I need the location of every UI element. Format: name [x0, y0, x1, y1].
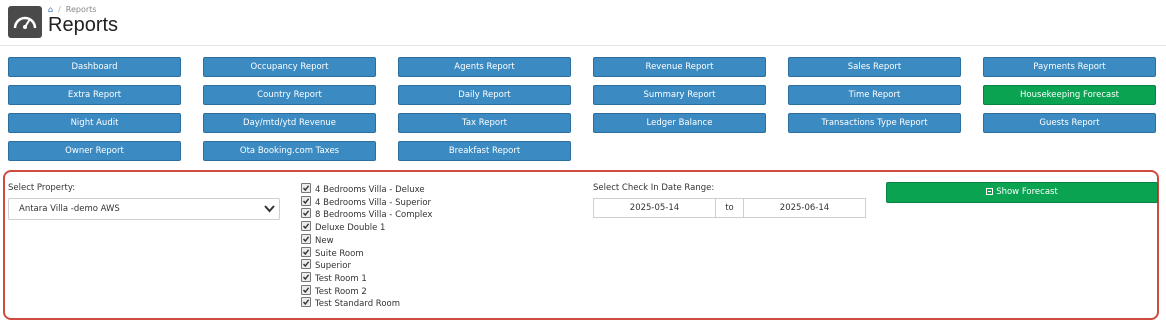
room-checkbox-row[interactable]: Superior: [301, 259, 351, 271]
date-range-label: Select Check In Date Range:: [593, 183, 715, 193]
table-icon: [986, 188, 994, 195]
property-label: Select Property:: [8, 183, 76, 193]
report-button-agents-report[interactable]: Agents Report: [398, 57, 571, 77]
report-button-guests-report[interactable]: Guests Report: [983, 113, 1156, 133]
room-label: Test Standard Room: [315, 299, 401, 310]
checkbox-checked-icon[interactable]: [301, 246, 311, 257]
room-checkbox-row[interactable]: Suite Room: [301, 246, 364, 259]
room-checkbox-row[interactable]: Test Standard Room: [301, 297, 400, 309]
breadcrumb-current: Reports: [65, 5, 97, 14]
room-checkbox-row[interactable]: 4 Bedrooms Villa - Superior: [301, 195, 432, 208]
room-label: Deluxe Double 1: [315, 223, 386, 234]
report-button-extra-report[interactable]: Extra Report: [8, 85, 181, 105]
room-label: Suite Room: [315, 248, 364, 259]
room-checkbox-row[interactable]: 8 Bedrooms Villa - Complex: [301, 208, 432, 220]
report-button-occupancy-report[interactable]: Occupancy Report: [203, 57, 376, 77]
room-label: 4 Bedrooms Villa - Deluxe: [315, 185, 425, 195]
report-button-night-audit[interactable]: Night Audit: [8, 113, 181, 133]
report-button-owner-report[interactable]: Owner Report: [8, 141, 181, 161]
room-checkbox-row[interactable]: Test Room 2: [301, 284, 367, 297]
dashboard-gauge-icon: [8, 6, 42, 38]
report-button-transactions-type-report[interactable]: Transactions Type Report: [788, 113, 961, 133]
checkbox-checked-icon[interactable]: [301, 271, 311, 282]
property-select-value: Antara Villa -demo AWS: [19, 204, 120, 214]
checkbox-checked-icon[interactable]: [301, 183, 311, 193]
report-button-revenue-report[interactable]: Revenue Report: [593, 57, 766, 77]
date-from-input[interactable]: 2025-05-14: [593, 198, 716, 218]
room-label: Test Room 2: [315, 286, 367, 297]
report-button-ledger-balance[interactable]: Ledger Balance: [593, 113, 766, 133]
checkbox-checked-icon[interactable]: [301, 284, 311, 295]
property-select[interactable]: Antara Villa -demo AWS: [8, 198, 280, 220]
room-label: Superior: [315, 261, 351, 272]
report-button-daily-report[interactable]: Daily Report: [398, 85, 571, 105]
room-label: 8 Bedrooms Villa - Complex: [315, 210, 433, 221]
checkbox-checked-icon[interactable]: [301, 195, 311, 206]
report-button-ota-booking-com-taxes[interactable]: Ota Booking.com Taxes: [203, 141, 376, 161]
report-button-dashboard[interactable]: Dashboard: [8, 57, 181, 77]
report-button-summary-report[interactable]: Summary Report: [593, 85, 766, 105]
report-button-day-mtd-ytd-revenue[interactable]: Day/mtd/ytd Revenue: [203, 113, 376, 133]
page-title: Reports: [48, 14, 119, 36]
report-button-sales-report[interactable]: Sales Report: [788, 57, 961, 77]
room-checkbox-row[interactable]: 4 Bedrooms Villa - Deluxe: [301, 183, 425, 195]
room-label: New: [315, 235, 334, 246]
divider: [0, 45, 1166, 46]
report-button-time-report[interactable]: Time Report: [788, 85, 961, 105]
room-checkbox-row[interactable]: New: [301, 233, 334, 246]
report-button-breakfast-report[interactable]: Breakfast Report: [398, 141, 571, 161]
home-icon[interactable]: ⌂: [48, 5, 53, 14]
checkbox-checked-icon[interactable]: [301, 208, 311, 219]
chevron-down-icon: [264, 205, 275, 213]
report-button-payments-report[interactable]: Payments Report: [983, 57, 1156, 77]
room-label: 4 Bedrooms Villa - Superior: [315, 197, 432, 208]
room-label: Test Room 1: [315, 273, 367, 284]
checkbox-checked-icon[interactable]: [301, 297, 311, 308]
breadcrumb: ⌂ / Reports: [48, 5, 97, 14]
date-to-input[interactable]: 2025-06-14: [743, 198, 866, 218]
room-checkbox-row[interactable]: Test Room 1: [301, 271, 367, 284]
checkbox-checked-icon[interactable]: [301, 233, 311, 244]
checkbox-checked-icon[interactable]: [301, 259, 311, 270]
report-button-tax-report[interactable]: Tax Report: [398, 113, 571, 133]
room-checkbox-row[interactable]: Deluxe Double 1: [301, 221, 385, 233]
show-forecast-button[interactable]: Show Forecast: [886, 182, 1158, 203]
report-button-country-report[interactable]: Country Report: [203, 85, 376, 105]
page-header: ⌂ / Reports Reports: [0, 0, 1166, 45]
report-button-housekeeping-forecast[interactable]: Housekeeping Forecast: [983, 85, 1156, 105]
show-forecast-label: Show Forecast: [996, 187, 1058, 197]
date-range-separator: to: [716, 198, 743, 218]
checkbox-checked-icon[interactable]: [301, 221, 311, 232]
